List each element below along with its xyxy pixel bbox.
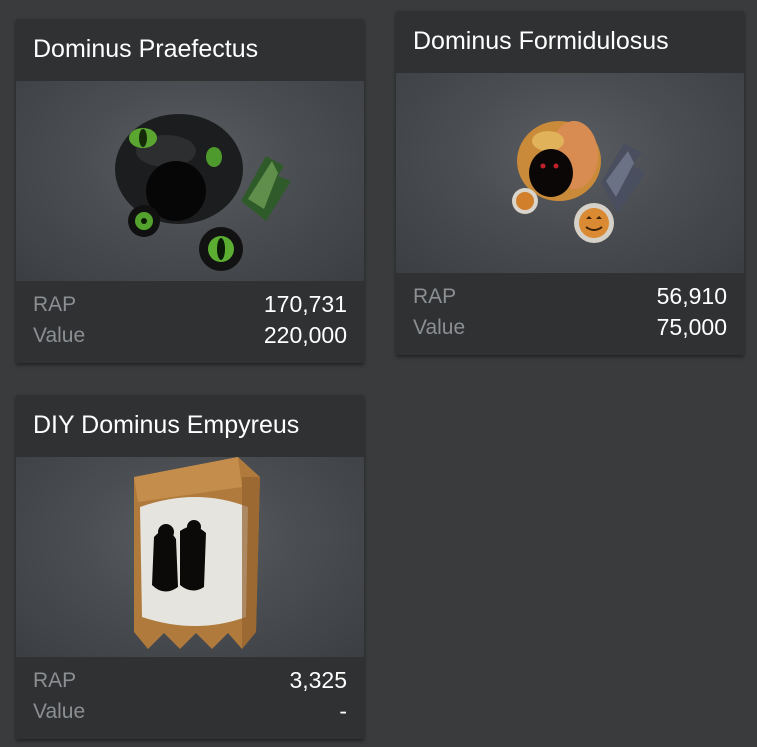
item-card-dominus-praefectus[interactable]: Dominus Praefectus RAP 170,731 Value 220…: [16, 19, 364, 363]
item-title[interactable]: DIY Dominus Empyreus: [16, 395, 364, 457]
dominus-formidulosus-hat-icon: [512, 121, 646, 243]
item-title[interactable]: Dominus Praefectus: [16, 19, 364, 81]
item-stats: RAP 3,325 Value -: [16, 657, 364, 727]
rap-row: RAP 3,325: [33, 665, 347, 696]
item-stats: RAP 56,910 Value 75,000: [396, 273, 744, 343]
item-stats: RAP 170,731 Value 220,000: [16, 281, 364, 351]
dominus-praefectus-hat-icon: [115, 114, 291, 271]
value-value: 220,000: [263, 322, 347, 348]
item-card-diy-dominus-empyreus[interactable]: DIY Dominus Empyreus RAP 3,325 Value -: [16, 395, 364, 739]
item-thumbnail[interactable]: [16, 81, 364, 281]
rap-label: RAP: [413, 285, 457, 308]
value-value: 75,000: [656, 314, 727, 340]
rap-label: RAP: [33, 669, 77, 692]
value-row: Value 75,000: [413, 312, 727, 343]
rap-value: 3,325: [289, 667, 347, 693]
value-label: Value: [33, 324, 86, 347]
item-thumbnail[interactable]: [396, 73, 744, 273]
value-label: Value: [413, 316, 466, 339]
item-card-dominus-formidulosus[interactable]: Dominus Formidulosus RAP 56,910 Value 75…: [396, 11, 744, 355]
rap-label: RAP: [33, 293, 77, 316]
item-title[interactable]: Dominus Formidulosus: [396, 11, 744, 73]
rap-row: RAP 170,731: [33, 289, 347, 320]
value-label: Value: [33, 700, 86, 723]
value-row: Value -: [33, 696, 347, 727]
rap-value: 170,731: [263, 291, 347, 317]
rap-value: 56,910: [656, 283, 727, 309]
value-value: -: [339, 698, 347, 724]
diy-dominus-empyreus-hat-icon: [134, 457, 260, 649]
rap-row: RAP 56,910: [413, 281, 727, 312]
value-row: Value 220,000: [33, 320, 347, 351]
item-thumbnail[interactable]: [16, 457, 364, 657]
